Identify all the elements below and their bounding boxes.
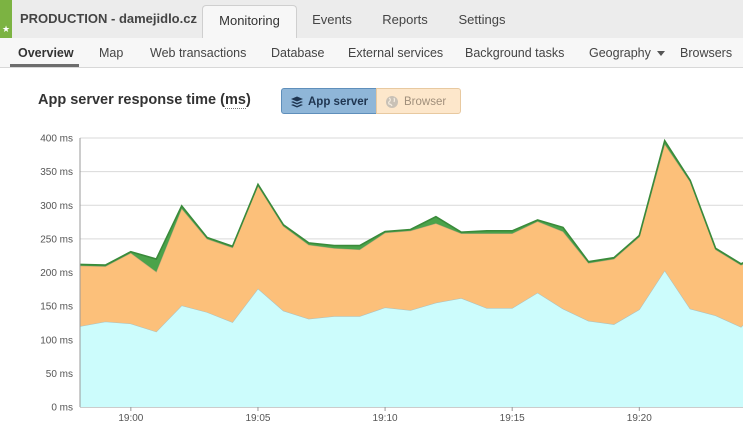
subnav-browsers[interactable]: Browsers [680, 38, 732, 67]
response-time-chart[interactable]: 0 ms 50 ms 100 ms 150 ms 200 ms 250 ms 300 ms 3… [0, 128, 743, 433]
y-tick-label: 150 ms [40, 302, 73, 313]
chart-title-suffix: ) [245, 92, 251, 108]
subnav-geography[interactable]: Geography [589, 38, 665, 67]
y-tick-label: 50 ms [46, 369, 73, 380]
y-tick-label: 300 ms [40, 201, 73, 212]
active-subnav-indicator [10, 64, 79, 67]
subnav-map[interactable]: Map [99, 38, 123, 67]
app-title[interactable]: PRODUCTION - damejidlo.cz [20, 11, 197, 26]
subnav-external-services[interactable]: External services [348, 38, 443, 67]
y-tick-label: 350 ms [40, 167, 73, 178]
subnav-overview[interactable]: Overview [18, 38, 74, 67]
app-server-button[interactable]: App server [281, 88, 377, 114]
subnav-background-tasks[interactable]: Background tasks [465, 38, 564, 67]
layers-icon [291, 96, 303, 108]
app-logo[interactable]: ★ [0, 0, 12, 38]
sub-navigation: Overview Map Web transactions Database E… [0, 38, 743, 68]
x-tick-label: 19:15 [500, 413, 525, 424]
tab-monitoring[interactable]: Monitoring [202, 5, 297, 39]
browser-label: Browser [404, 96, 447, 108]
x-tick-label: 19:05 [245, 413, 270, 424]
chart-title: App server response time (ms) [38, 92, 251, 109]
browser-button[interactable]: Browser [376, 88, 461, 114]
star-icon: ★ [2, 24, 11, 34]
chart-title-prefix: App server response time ( [38, 92, 225, 108]
subnav-database[interactable]: Database [271, 38, 325, 67]
chart-title-unit[interactable]: ms [224, 92, 246, 109]
x-tick-label: 19:00 [118, 413, 143, 424]
x-tick-label: 19:10 [373, 413, 398, 424]
y-tick-label: 200 ms [40, 268, 73, 279]
y-tick-label: 100 ms [40, 335, 73, 346]
x-tick-label: 19:20 [627, 413, 652, 424]
tab-events[interactable]: Events [300, 5, 364, 38]
y-tick-label: 0 ms [51, 403, 73, 414]
app-server-label: App server [308, 96, 369, 108]
top-bar: ★ PRODUCTION - damejidlo.cz Monitoring E… [0, 0, 743, 39]
globe-icon [386, 96, 398, 108]
y-tick-label: 400 ms [40, 134, 73, 145]
y-tick-label: 250 ms [40, 234, 73, 245]
tab-settings[interactable]: Settings [448, 5, 516, 38]
subnav-geography-label: Geography [589, 46, 651, 60]
tab-reports[interactable]: Reports [372, 5, 438, 38]
view-toggle: App server Browser [281, 88, 461, 116]
subnav-web-transactions[interactable]: Web transactions [150, 38, 246, 67]
caret-down-icon [656, 51, 665, 57]
